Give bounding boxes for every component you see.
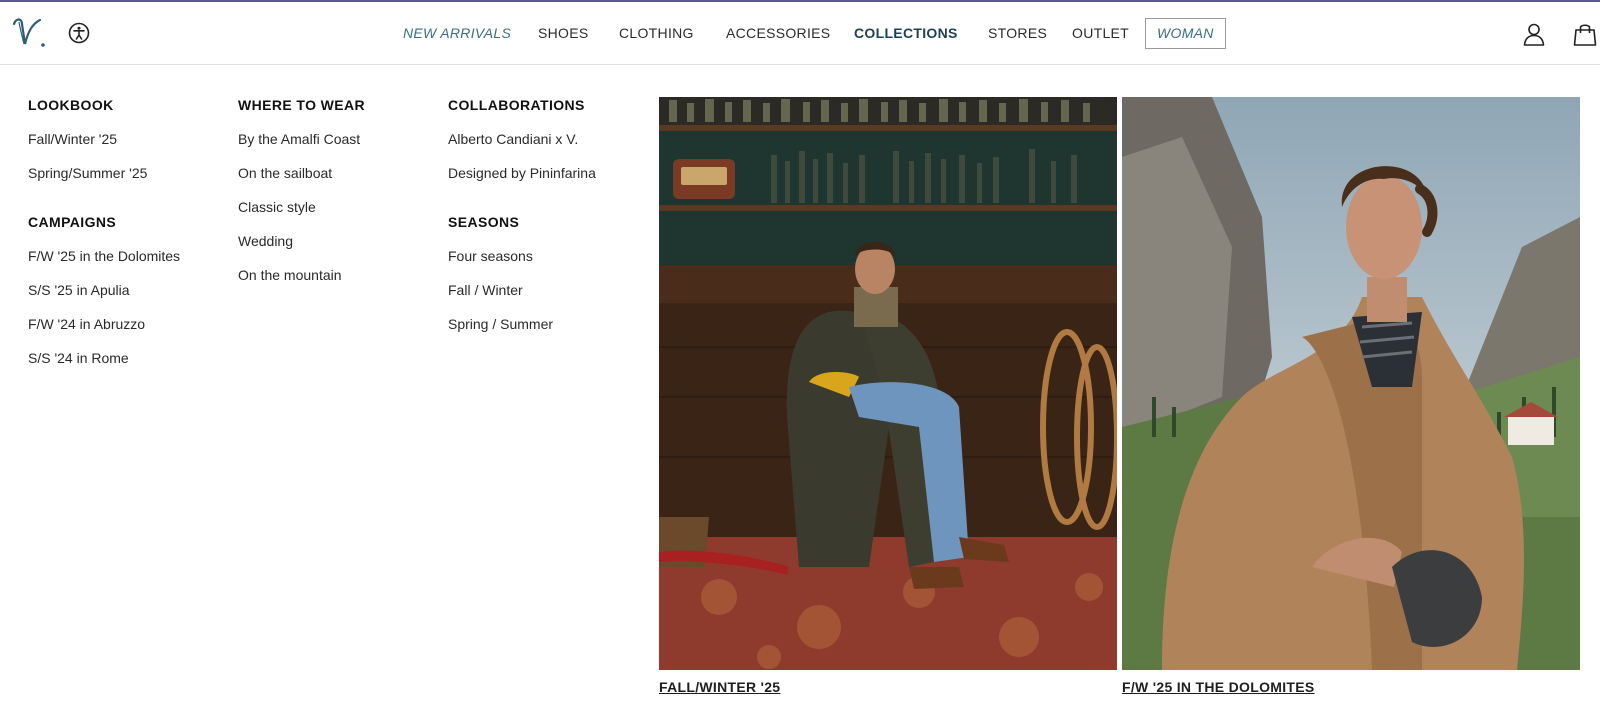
- link-spring-summer[interactable]: Spring / Summer: [448, 315, 596, 333]
- heading-seasons: SEASONS: [448, 214, 520, 230]
- nav-clothing[interactable]: CLOTHING: [619, 2, 694, 65]
- link-fall-winter[interactable]: Fall / Winter: [448, 281, 596, 299]
- nav-woman[interactable]: WOMAN: [1145, 18, 1226, 49]
- promo-caption-dolomites[interactable]: F/W '25 IN THE DOLOMITES: [1122, 679, 1315, 695]
- nav-new-arrivals[interactable]: NEW ARRIVALS: [403, 2, 511, 65]
- site-header: NEW ARRIVALS SHOES CLOTHING ACCESSORIES …: [0, 2, 1600, 65]
- promo-image-fall-winter[interactable]: [659, 97, 1117, 670]
- menu-column-where-to-wear: WHERE TO WEAR By the Amalfi Coast On the…: [238, 96, 365, 284]
- heading-lookbook: LOOKBOOK: [28, 97, 114, 113]
- nav-outlet[interactable]: OUTLET: [1072, 2, 1129, 65]
- link-campaign-rome[interactable]: S/S '24 in Rome: [28, 349, 180, 367]
- main-navigation: NEW ARRIVALS SHOES CLOTHING ACCESSORIES …: [0, 2, 1600, 65]
- link-lookbook-ss25[interactable]: Spring/Summer '25: [28, 164, 180, 182]
- heading-where-to-wear: WHERE TO WEAR: [238, 97, 366, 113]
- nav-shoes[interactable]: SHOES: [538, 2, 589, 65]
- link-sailboat[interactable]: On the sailboat: [238, 164, 365, 182]
- promo-caption-fall-winter[interactable]: FALL/WINTER '25: [659, 679, 780, 695]
- link-lookbook-fw25[interactable]: Fall/Winter '25: [28, 130, 180, 148]
- heading-collaborations: COLLABORATIONS: [448, 97, 585, 113]
- promo-image-dolomites[interactable]: [1122, 97, 1580, 670]
- link-campaign-abruzzo[interactable]: F/W '24 in Abruzzo: [28, 315, 180, 333]
- link-candiani[interactable]: Alberto Candiani x V.: [448, 130, 596, 148]
- link-amalfi-coast[interactable]: By the Amalfi Coast: [238, 130, 365, 148]
- nav-collections[interactable]: COLLECTIONS: [854, 2, 958, 65]
- menu-column-collaborations: COLLABORATIONS Alberto Candiani x V. Des…: [448, 96, 596, 333]
- link-campaign-dolomites[interactable]: F/W '25 in the Dolomites: [28, 247, 180, 265]
- link-four-seasons[interactable]: Four seasons: [448, 247, 596, 265]
- link-wedding[interactable]: Wedding: [238, 232, 365, 250]
- link-classic-style[interactable]: Classic style: [238, 198, 365, 216]
- link-campaign-apulia[interactable]: S/S '25 in Apulia: [28, 281, 180, 299]
- menu-column-lookbook: LOOKBOOK Fall/Winter '25 Spring/Summer '…: [28, 96, 180, 367]
- shopping-bag-icon[interactable]: [1573, 22, 1597, 46]
- user-icon[interactable]: [1522, 22, 1546, 46]
- heading-campaigns: CAMPAIGNS: [28, 214, 117, 230]
- link-mountain[interactable]: On the mountain: [238, 266, 365, 284]
- link-pininfarina[interactable]: Designed by Pininfarina: [448, 164, 596, 182]
- nav-stores[interactable]: STORES: [988, 2, 1047, 65]
- nav-accessories[interactable]: ACCESSORIES: [726, 2, 830, 65]
